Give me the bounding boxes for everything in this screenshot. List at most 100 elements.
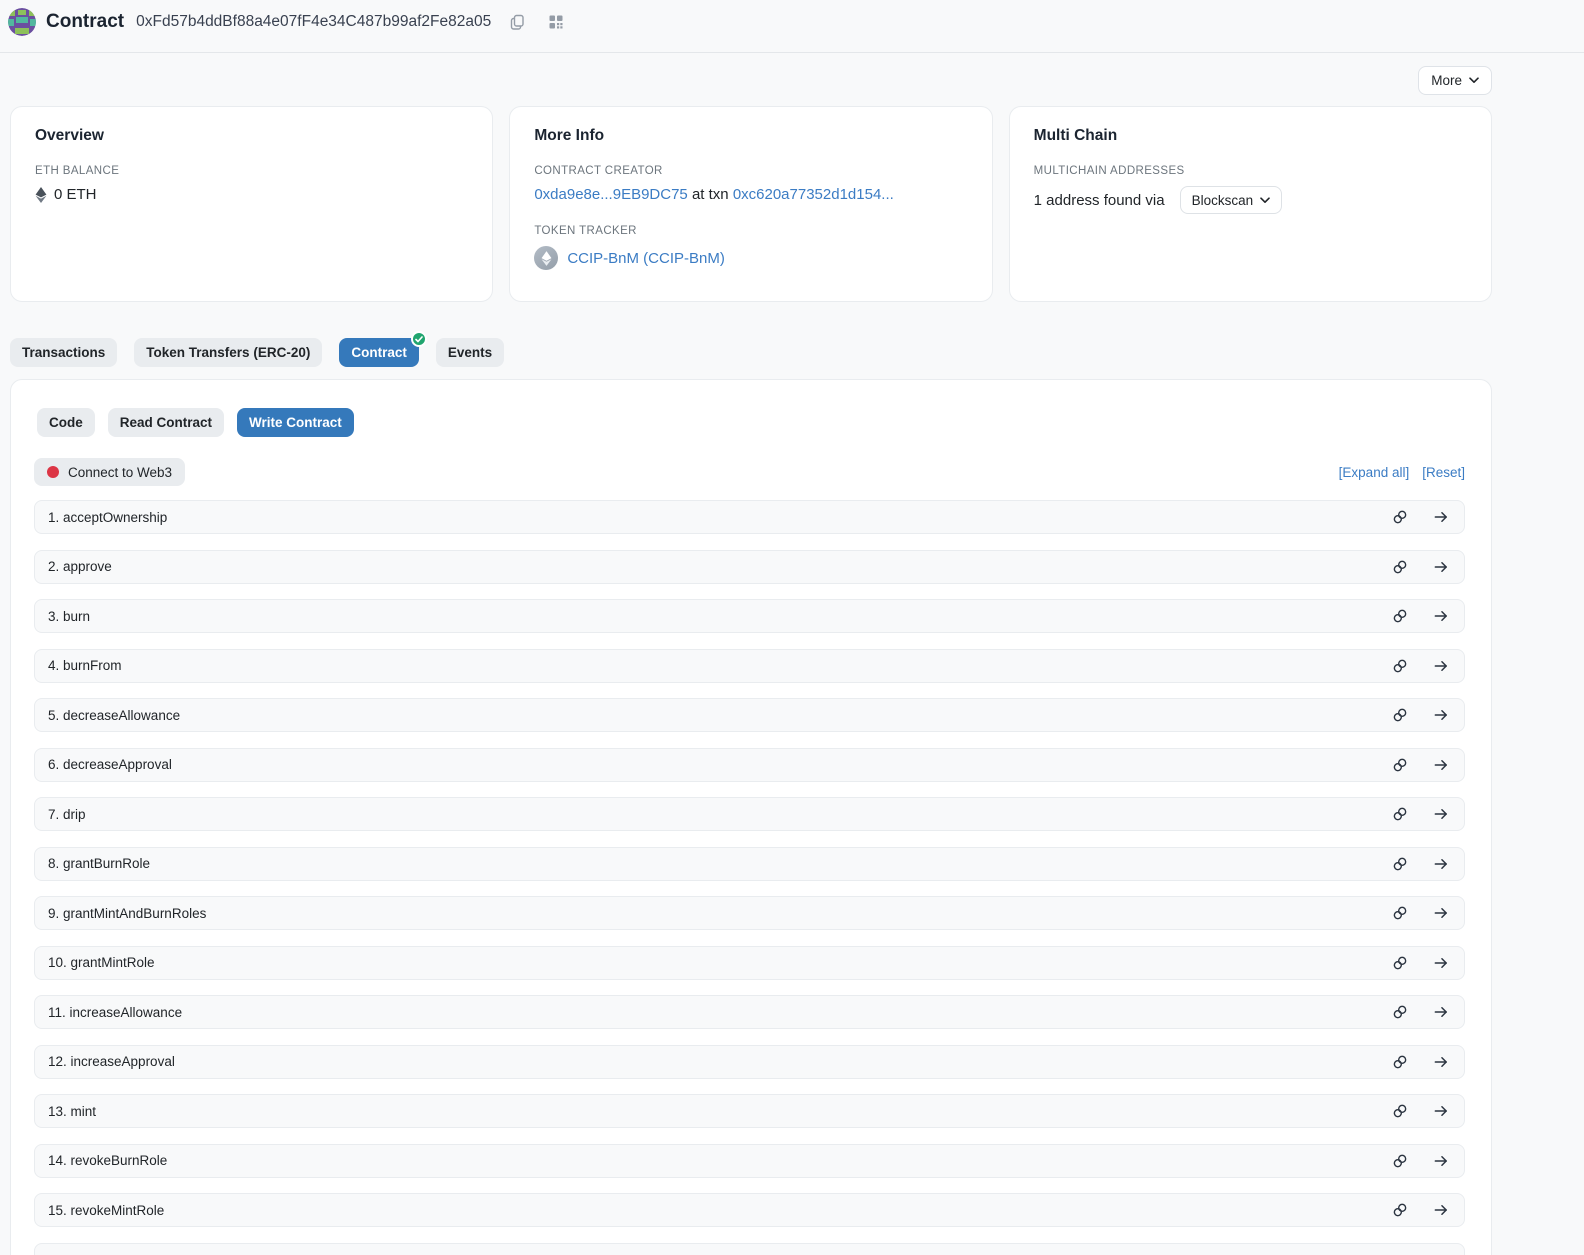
write-function-row[interactable]: 5. decreaseAllowance <box>34 698 1465 732</box>
permalink-button[interactable] <box>1390 1052 1410 1072</box>
permalink-button[interactable] <box>1390 1002 1410 1022</box>
subtab-code[interactable]: Code <box>37 408 95 437</box>
expand-method-button[interactable] <box>1431 1002 1451 1022</box>
expand-method-button[interactable] <box>1431 1200 1451 1220</box>
verified-check-icon <box>411 331 427 347</box>
expand-all-link[interactable]: [Expand all] <box>1339 465 1410 480</box>
permalink-button[interactable] <box>1390 606 1410 626</box>
creator-address-link[interactable]: 0xda9e8e...9EB9DC75 <box>534 186 687 203</box>
arrow-right-icon <box>1433 905 1449 921</box>
write-function-row[interactable]: 15. revokeMintRole <box>34 1193 1465 1227</box>
expand-method-button[interactable] <box>1431 557 1451 577</box>
write-function-label: 7. drip <box>48 807 86 822</box>
qr-code-button[interactable] <box>546 12 566 32</box>
tab-token-transfers[interactable]: Token Transfers (ERC-20) <box>134 338 322 367</box>
write-function-row[interactable]: 11. increaseAllowance <box>34 995 1465 1029</box>
subtab-read-contract[interactable]: Read Contract <box>108 408 224 437</box>
arrow-right-icon <box>1433 509 1449 525</box>
permalink-button[interactable] <box>1390 656 1410 676</box>
main-tabs: Transactions Token Transfers (ERC-20) Co… <box>10 338 1584 367</box>
write-function-row-partial[interactable] <box>34 1243 1465 1255</box>
write-function-row[interactable]: 9. grantMintAndBurnRoles <box>34 896 1465 930</box>
permalink-button[interactable] <box>1390 804 1410 824</box>
arrow-right-icon <box>1433 1054 1449 1070</box>
write-function-row[interactable]: 1. acceptOwnership <box>34 500 1465 534</box>
expand-method-button[interactable] <box>1431 1101 1451 1121</box>
chevron-down-icon <box>1260 197 1270 204</box>
write-function-row[interactable]: 4. burnFrom <box>34 649 1465 683</box>
expand-method-button[interactable] <box>1431 903 1451 923</box>
subtab-write-contract[interactable]: Write Contract <box>237 408 354 437</box>
permalink-button[interactable] <box>1390 1151 1410 1171</box>
permalink-button[interactable] <box>1390 507 1410 527</box>
more-button[interactable]: More <box>1418 66 1492 95</box>
permalink-button[interactable] <box>1390 705 1410 725</box>
write-function-label: 15. revokeMintRole <box>48 1203 164 1218</box>
more-info-card: More Info CONTRACT CREATOR 0xda9e8e...9E… <box>509 106 992 302</box>
token-tracker-label: TOKEN TRACKER <box>534 225 967 237</box>
write-function-row[interactable]: 10. grantMintRole <box>34 946 1465 980</box>
arrow-right-icon <box>1433 1153 1449 1169</box>
token-tracker-link[interactable]: CCIP-BnM (CCIP-BnM) <box>567 250 725 267</box>
write-function-row[interactable]: 8. grantBurnRole <box>34 847 1465 881</box>
eth-balance-value: 0 ETH <box>54 186 97 203</box>
expand-method-button[interactable] <box>1431 1151 1451 1171</box>
arrow-right-icon <box>1433 955 1449 971</box>
write-function-row[interactable]: 13. mint <box>34 1094 1465 1128</box>
creation-txn-link[interactable]: 0xc620a77352d1d154... <box>733 186 894 203</box>
tab-contract[interactable]: Contract <box>339 338 419 367</box>
expand-method-button[interactable] <box>1431 953 1451 973</box>
tab-events[interactable]: Events <box>436 338 504 367</box>
write-function-row[interactable]: 6. decreaseApproval <box>34 748 1465 782</box>
expand-method-button[interactable] <box>1431 606 1451 626</box>
at-txn-text: at txn <box>688 186 733 203</box>
copy-address-button[interactable] <box>507 11 528 32</box>
chain-link-icon <box>1392 509 1408 525</box>
permalink-button[interactable] <box>1390 1101 1410 1121</box>
copy-icon <box>509 13 526 30</box>
arrow-right-icon <box>1433 658 1449 674</box>
chain-link-icon <box>1392 608 1408 624</box>
arrow-right-icon <box>1433 806 1449 822</box>
write-function-label: 9. grantMintAndBurnRoles <box>48 906 206 921</box>
permalink-button[interactable] <box>1390 1200 1410 1220</box>
chain-link-icon <box>1392 707 1408 723</box>
write-function-row[interactable]: 14. revokeBurnRole <box>34 1144 1465 1178</box>
tab-transactions[interactable]: Transactions <box>10 338 117 367</box>
permalink-button[interactable] <box>1390 903 1410 923</box>
blockscan-dropdown[interactable]: Blockscan <box>1180 186 1283 214</box>
connect-to-web3-button[interactable]: Connect to Web3 <box>34 458 185 486</box>
write-function-row[interactable]: 7. drip <box>34 797 1465 831</box>
expand-method-button[interactable] <box>1431 854 1451 874</box>
multi-chain-card-title: Multi Chain <box>1034 127 1467 145</box>
reset-link[interactable]: [Reset] <box>1422 465 1465 480</box>
connect-to-web3-label: Connect to Web3 <box>68 465 172 480</box>
expand-method-button[interactable] <box>1431 755 1451 775</box>
write-function-label: 3. burn <box>48 609 90 624</box>
write-function-label: 6. decreaseApproval <box>48 757 172 772</box>
disconnected-status-icon <box>47 466 59 478</box>
overview-card-title: Overview <box>35 127 468 145</box>
overview-card: Overview ETH BALANCE 0 ETH <box>10 106 493 302</box>
permalink-button[interactable] <box>1390 953 1410 973</box>
chain-link-icon <box>1392 1202 1408 1218</box>
expand-method-button[interactable] <box>1431 1052 1451 1072</box>
write-functions-list: 1. acceptOwnership 2. approve <box>34 500 1465 1227</box>
expand-method-button[interactable] <box>1431 507 1451 527</box>
expand-method-button[interactable] <box>1431 656 1451 676</box>
permalink-button[interactable] <box>1390 557 1410 577</box>
write-function-row[interactable]: 2. approve <box>34 550 1465 584</box>
multichain-addresses-label: MULTICHAIN ADDRESSES <box>1034 165 1467 177</box>
blockscan-dropdown-label: Blockscan <box>1192 193 1254 208</box>
contract-creator-label: CONTRACT CREATOR <box>534 165 967 177</box>
write-function-label: 14. revokeBurnRole <box>48 1153 167 1168</box>
expand-method-button[interactable] <box>1431 705 1451 725</box>
header-divider <box>0 52 1584 53</box>
chain-link-icon <box>1392 1004 1408 1020</box>
permalink-button[interactable] <box>1390 854 1410 874</box>
expand-method-button[interactable] <box>1431 804 1451 824</box>
write-function-row[interactable]: 3. burn <box>34 599 1465 633</box>
write-function-row[interactable]: 12. increaseApproval <box>34 1045 1465 1079</box>
permalink-button[interactable] <box>1390 755 1410 775</box>
address-identicon-icon <box>8 8 36 36</box>
